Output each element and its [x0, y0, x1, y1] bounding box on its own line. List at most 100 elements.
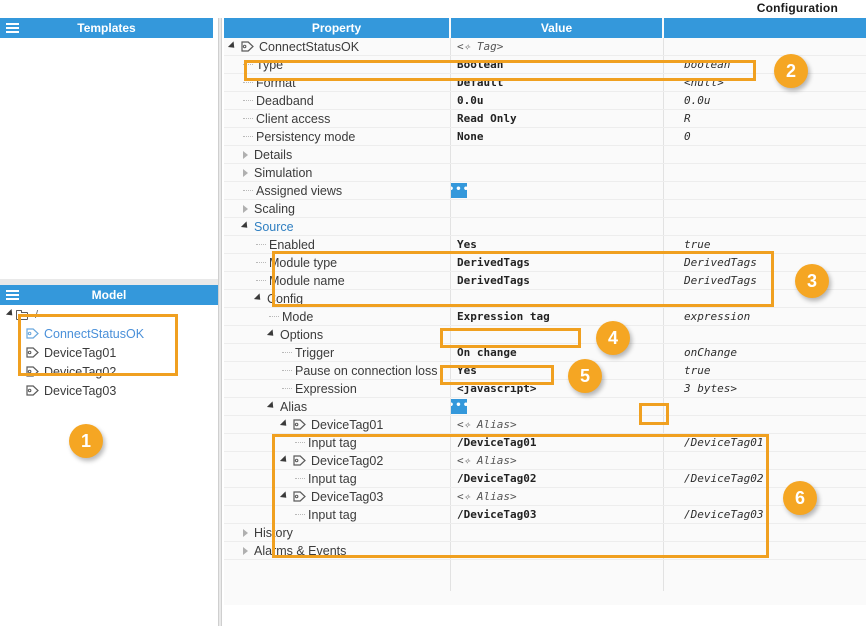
twisty-down-icon[interactable] [240, 220, 254, 234]
twisty-right-icon[interactable] [243, 544, 254, 558]
property-value-cell[interactable] [451, 200, 669, 217]
table-row[interactable]: ConnectStatusOK <✧ Tag> [224, 38, 866, 56]
twisty-down-icon[interactable] [4, 308, 16, 322]
model-tree-root[interactable]: / [0, 305, 218, 324]
property-value-cell[interactable]: On change [451, 344, 669, 361]
property-extra-cell [664, 38, 866, 55]
table-row[interactable]: Scaling [224, 200, 866, 218]
table-row[interactable]: Config [224, 290, 866, 308]
twisty-down-icon[interactable] [266, 400, 280, 414]
twisty-down-icon[interactable] [279, 490, 293, 504]
model-tree-item[interactable]: DeviceTag02 [0, 362, 218, 381]
table-row[interactable]: Enabled Yes true [224, 236, 866, 254]
table-row[interactable]: Details [224, 146, 866, 164]
property-value: Read Only [457, 112, 517, 125]
property-value: On change [457, 346, 517, 359]
property-extra-value: boolean [684, 58, 731, 71]
twisty-down-icon[interactable] [279, 418, 293, 432]
table-row[interactable]: DeviceTag02 <✧ Alias> [224, 452, 866, 470]
property-value-cell[interactable] [451, 290, 669, 307]
property-value-cell[interactable] [451, 326, 669, 343]
property-value-cell[interactable]: Expression tag [451, 308, 669, 325]
table-row[interactable]: Mode Expression tag expression [224, 308, 866, 326]
property-extra-value: true [684, 238, 711, 251]
table-row[interactable]: Client access Read Only R [224, 110, 866, 128]
property-value-cell[interactable]: <✧ Tag> [451, 38, 669, 55]
table-row[interactable]: Options [224, 326, 866, 344]
property-value-cell[interactable]: DerivedTags [451, 254, 669, 271]
table-row[interactable]: Format Default <null> [224, 74, 866, 92]
property-label: Alarms & Events [254, 543, 347, 558]
tree-guide [243, 82, 253, 83]
column-header-property[interactable]: Property [224, 18, 450, 38]
twisty-down-icon[interactable] [253, 292, 267, 306]
property-extra-cell: DerivedTags [664, 272, 866, 289]
table-row[interactable]: Module type DerivedTags DerivedTags [224, 254, 866, 272]
templates-panel-body[interactable] [0, 38, 218, 284]
twisty-right-icon[interactable] [243, 202, 254, 216]
hamburger-icon[interactable] [6, 290, 19, 300]
property-name-cell: Module name [224, 272, 482, 289]
table-row[interactable]: DeviceTag01 <✧ Alias> [224, 416, 866, 434]
table-row[interactable]: Trigger On change onChange [224, 344, 866, 362]
property-extra-value: onChange [684, 346, 737, 359]
table-row[interactable]: Pause on connection loss Yes true [224, 362, 866, 380]
model-tree-item[interactable]: ConnectStatusOK [0, 324, 218, 343]
property-value-cell[interactable]: DerivedTags [451, 272, 669, 289]
property-value-cell[interactable]: /DeviceTag01 [451, 434, 669, 451]
table-row[interactable]: Module name DerivedTags DerivedTags [224, 272, 866, 290]
property-value-cell[interactable]: ••• [451, 398, 663, 415]
twisty-right-icon[interactable] [243, 166, 254, 180]
property-value-cell[interactable] [451, 164, 669, 181]
ellipsis-button[interactable]: ••• [451, 183, 469, 198]
panel-splitter-vertical[interactable] [218, 18, 222, 626]
hamburger-icon[interactable] [6, 23, 19, 33]
table-row[interactable]: Simulation [224, 164, 866, 182]
table-row[interactable]: Alias ••• [224, 398, 866, 416]
model-tree-item[interactable]: DeviceTag01 [0, 343, 218, 362]
table-row[interactable]: Assigned views ••• [224, 182, 866, 200]
table-row[interactable]: Type Boolean boolean [224, 56, 866, 74]
table-row[interactable]: History [224, 524, 866, 542]
column-header-extra[interactable] [664, 18, 866, 38]
table-row[interactable]: Persistency mode None 0 [224, 128, 866, 146]
property-value-cell[interactable]: /DeviceTag02 [451, 470, 669, 487]
property-value-cell[interactable]: ••• [451, 182, 663, 199]
table-row[interactable]: Input tag/DeviceTag03/DeviceTag03 [224, 506, 866, 524]
property-value-cell[interactable] [451, 218, 669, 235]
property-value-cell[interactable]: /DeviceTag03 [451, 506, 669, 523]
table-row[interactable]: Input tag/DeviceTag01/DeviceTag01 [224, 434, 866, 452]
property-extra-value: /DeviceTag02 [684, 472, 764, 485]
property-label: Input tag [308, 435, 357, 450]
property-value-cell[interactable]: <✧ Alias> [451, 488, 669, 505]
model-tree-item[interactable]: DeviceTag03 [0, 381, 218, 400]
property-value-cell[interactable]: <✧ Alias> [451, 416, 669, 433]
property-value-cell[interactable] [451, 524, 669, 541]
property-name-cell: Details [224, 146, 469, 163]
twisty-right-icon[interactable] [243, 526, 254, 540]
twisty-down-icon[interactable] [266, 328, 280, 342]
twisty-down-icon[interactable] [279, 454, 293, 468]
property-value-cell[interactable]: None [451, 128, 669, 145]
property-value-cell[interactable] [451, 542, 669, 559]
property-value-cell[interactable]: <✧ Alias> [451, 452, 669, 469]
table-row[interactable]: Input tag/DeviceTag02/DeviceTag02 [224, 470, 866, 488]
property-value-cell[interactable]: Yes [451, 236, 669, 253]
property-value-cell[interactable]: Default [451, 74, 669, 91]
table-row[interactable]: Deadband 0.0u 0.0u [224, 92, 866, 110]
table-row[interactable]: Source [224, 218, 866, 236]
table-row[interactable]: DeviceTag03 <✧ Alias> [224, 488, 866, 506]
twisty-down-icon[interactable] [227, 40, 241, 54]
ellipsis-button[interactable]: ••• [451, 399, 469, 414]
property-extra-cell [664, 326, 866, 343]
property-value-cell[interactable]: 0.0u [451, 92, 669, 109]
twisty-right-icon[interactable] [243, 148, 254, 162]
property-value-cell[interactable]: Boolean [451, 56, 669, 73]
property-value-cell[interactable] [451, 146, 669, 163]
property-value-cell[interactable]: Yes [451, 362, 669, 379]
property-value-cell[interactable]: <javascript> [451, 380, 669, 397]
property-value-cell[interactable]: Read Only [451, 110, 669, 127]
table-row[interactable]: Expression <javascript> </>3 bytes> [224, 380, 866, 398]
table-row[interactable]: Alarms & Events [224, 542, 866, 560]
column-header-value[interactable]: Value [451, 18, 663, 38]
